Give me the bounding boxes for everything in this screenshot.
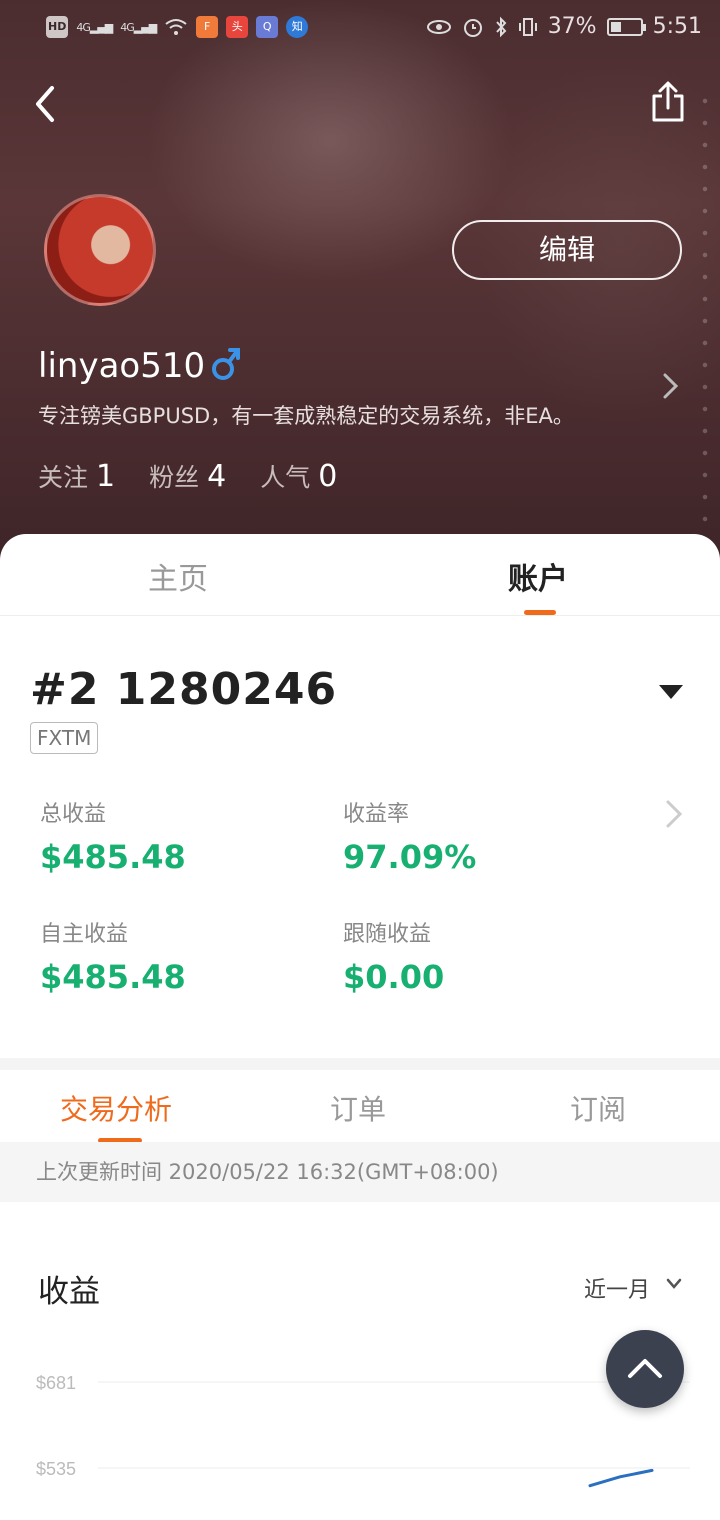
stat-following[interactable]: 关注 1 — [38, 458, 115, 494]
account-number: #2 1280246 — [30, 664, 338, 715]
metric-follow-profit: 跟随收益 $0.00 — [343, 916, 444, 996]
battery-percent: 37% — [547, 14, 597, 39]
metric-value: $485.48 — [40, 958, 186, 996]
back-arrow-icon — [36, 86, 54, 122]
stat-popularity[interactable]: 人气 0 — [260, 458, 337, 494]
metric-label: 收益率 — [343, 802, 410, 827]
alarm-icon — [463, 18, 482, 37]
stat-value: 1 — [96, 459, 116, 494]
app-notification-icon: F — [196, 16, 219, 38]
profile-stats: 关注 1 粉丝 4 人气 0 — [38, 458, 337, 494]
y-tick-label: $681 — [36, 1373, 76, 1393]
browser-app-icon: Q — [256, 16, 279, 38]
content-panel: 主页 账户 #2 1280246 FXTM 总收益 $485.48 收益率 97… — [0, 534, 720, 1520]
battery-icon — [606, 17, 646, 36]
tab-home[interactable]: 主页 — [148, 554, 208, 598]
username: linyao510 — [38, 346, 206, 386]
main-tabs: 主页 账户 — [0, 534, 720, 616]
scroll-to-top-button[interactable] — [606, 1330, 684, 1408]
account-dropdown-button[interactable] — [658, 684, 684, 700]
metric-label: 跟随收益 — [343, 922, 432, 947]
metric-value: 97.09% — [343, 838, 477, 876]
back-button[interactable] — [26, 82, 70, 126]
signal-label-2: 4G — [120, 20, 134, 34]
stat-label: 粉丝 — [149, 463, 200, 492]
signal-icon-2: 4G▂▄▆ — [120, 20, 157, 34]
wifi-icon — [165, 19, 187, 35]
news-app-icon: 头 — [226, 16, 249, 38]
metrics-detail-chevron-icon[interactable] — [664, 798, 684, 830]
stat-label: 关注 — [38, 463, 89, 492]
metric-total-profit: 总收益 $485.48 — [40, 796, 186, 876]
stat-followers[interactable]: 粉丝 4 — [149, 458, 226, 494]
stat-label: 人气 — [260, 463, 311, 492]
metric-value: $0.00 — [343, 958, 445, 996]
metric-value: $485.48 — [40, 838, 186, 876]
active-tab-indicator — [524, 610, 556, 615]
chevron-up-icon — [628, 1359, 662, 1378]
bluetooth-icon — [495, 16, 507, 37]
status-bar: HD 4G▂▄▆ 4G▂▄▆ F 头 Q 知 37% 5:51 — [0, 0, 720, 58]
tab-subscriptions[interactable]: 订阅 — [570, 1088, 626, 1128]
share-icon — [652, 81, 684, 122]
tab-trade-analysis[interactable]: 交易分析 — [60, 1088, 172, 1128]
analysis-tabs: 交易分析 订单 订阅 — [0, 1070, 720, 1143]
background-pattern — [696, 90, 714, 530]
zhihu-app-icon: 知 — [286, 16, 309, 38]
metric-own-profit: 自主收益 $485.48 — [40, 916, 186, 996]
tab-account[interactable]: 账户 — [508, 554, 568, 598]
metric-label: 自主收益 — [40, 922, 129, 947]
signal-label: 4G — [76, 20, 90, 34]
tab-orders[interactable]: 订单 — [330, 1088, 386, 1128]
y-tick-label: $535 — [36, 1459, 76, 1479]
battery-fill — [610, 21, 621, 32]
profile-detail-chevron-icon[interactable] — [662, 372, 680, 400]
stat-value: 0 — [318, 459, 338, 494]
earnings-title: 收益 — [38, 1274, 100, 1310]
clock: 5:51 — [652, 14, 702, 39]
period-selector[interactable]: 近一月 — [584, 1272, 650, 1304]
broker-badge: FXTM — [30, 722, 99, 754]
stat-value: 4 — [207, 459, 227, 494]
share-button[interactable] — [648, 80, 688, 124]
avatar[interactable] — [44, 194, 156, 306]
signal-icon: 4G▂▄▆ — [76, 20, 113, 34]
male-gender-icon — [212, 348, 240, 380]
edit-profile-button[interactable]: 编辑 — [452, 220, 682, 280]
earnings-series-line — [588, 1468, 654, 1488]
caret-down-icon — [659, 685, 683, 699]
hd-icon: HD — [46, 16, 69, 38]
chevron-down-icon[interactable] — [666, 1278, 682, 1290]
vibrate-icon — [518, 17, 537, 36]
section-divider — [0, 1058, 720, 1070]
metric-label: 总收益 — [40, 802, 107, 827]
profile-bio: 专注镑美GBPUSD，有一套成熟稳定的交易系统，非EA。 — [38, 404, 574, 428]
eye-icon — [426, 19, 451, 34]
metric-return-rate: 收益率 97.09% — [343, 796, 476, 876]
last-update-time: 上次更新时间 2020/05/22 16:32(GMT+08:00) — [0, 1142, 720, 1202]
